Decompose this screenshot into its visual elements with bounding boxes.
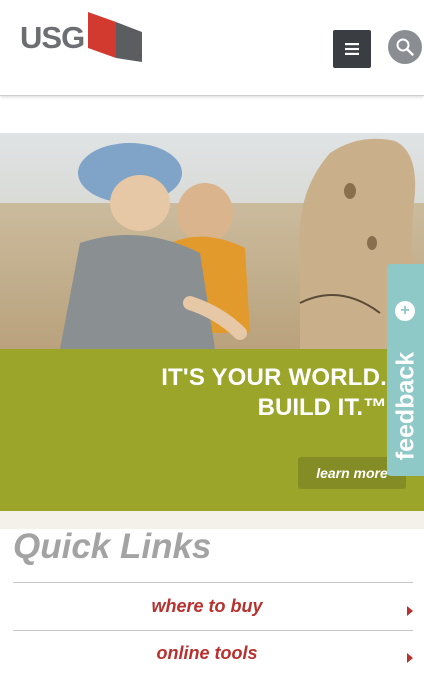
usg-logo[interactable]: USG ™ bbox=[20, 10, 145, 66]
logo-cube-icon bbox=[88, 12, 142, 62]
hero-image bbox=[0, 133, 424, 349]
logo-wordmark: USG bbox=[20, 20, 85, 55]
search-icon bbox=[396, 38, 414, 56]
plus-icon: + bbox=[395, 301, 415, 321]
quick-link-where-to-buy[interactable]: where to buy bbox=[13, 583, 413, 629]
search-button[interactable] bbox=[388, 30, 422, 64]
site-header: USG ™ bbox=[0, 0, 424, 96]
feedback-label: feedback bbox=[391, 351, 419, 461]
quick-link-label: where to buy bbox=[151, 596, 263, 616]
feedback-tab[interactable]: + feedback bbox=[387, 264, 424, 476]
hero-headline-line2: BUILD IT.™ bbox=[257, 394, 387, 421]
logo-trademark: ™ bbox=[137, 54, 142, 60]
chevron-right-icon bbox=[407, 653, 413, 663]
hamburger-menu-icon bbox=[345, 43, 359, 55]
hero-photo-illustration bbox=[0, 133, 424, 349]
hero-headline-line1: IT'S YOUR WORLD. bbox=[161, 364, 387, 391]
quick-links-title: Quick Links bbox=[13, 527, 212, 566]
menu-button[interactable] bbox=[333, 30, 371, 68]
chevron-right-icon bbox=[407, 606, 413, 616]
quick-link-label: online tools bbox=[156, 643, 258, 663]
quick-link-online-tools[interactable]: online tools bbox=[13, 630, 413, 674]
